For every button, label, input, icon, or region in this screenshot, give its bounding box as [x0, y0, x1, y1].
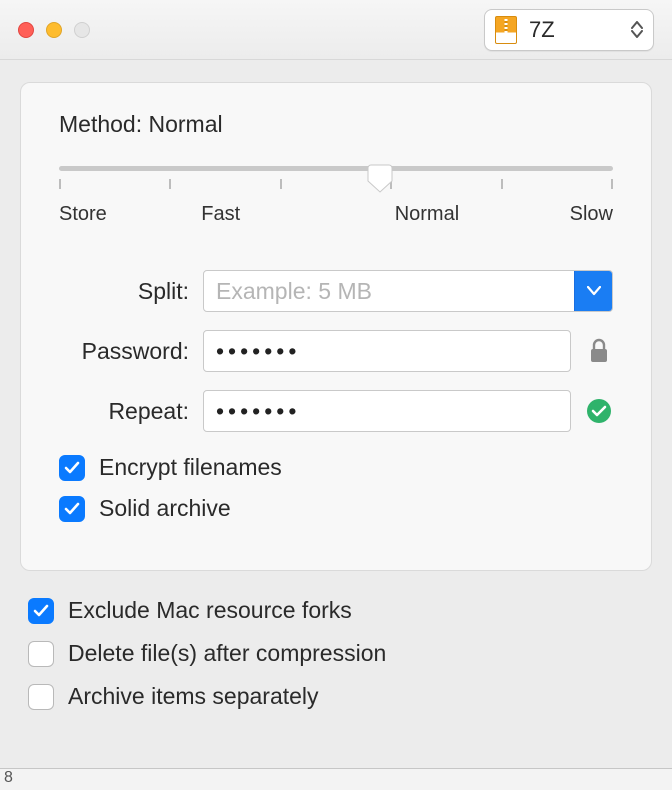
split-input[interactable] — [204, 271, 574, 311]
solid-archive-label: Solid archive — [99, 495, 231, 522]
archive-separately-checkbox[interactable]: Archive items separately — [28, 683, 652, 710]
solid-archive-checkbox[interactable]: Solid archive — [59, 495, 613, 522]
compression-slider[interactable] — [59, 166, 613, 189]
repeat-password-input[interactable] — [203, 390, 571, 432]
checkbox-icon — [28, 598, 54, 624]
method-label: Method: Normal — [59, 111, 613, 138]
slider-track — [59, 166, 613, 171]
exclude-mac-forks-label: Exclude Mac resource forks — [68, 597, 352, 624]
archive-format-select[interactable]: 7Z — [484, 9, 654, 51]
stepper-up-down-icon — [631, 21, 643, 38]
delete-after-label: Delete file(s) after compression — [68, 640, 386, 667]
content-area: Method: Normal Store Fast Normal Slow Sp… — [0, 60, 672, 752]
slider-knob[interactable] — [367, 163, 393, 193]
archive-separately-label: Archive items separately — [68, 683, 319, 710]
chevron-down-icon — [587, 286, 601, 296]
split-label: Split: — [59, 278, 189, 305]
titlebar: 7Z — [0, 0, 672, 60]
checkbox-icon — [28, 641, 54, 667]
footer-edge: 8 — [0, 768, 672, 790]
slider-label-slow: Slow — [570, 203, 613, 226]
slider-ticks — [59, 179, 613, 189]
repeat-row: Repeat: — [59, 390, 613, 432]
password-row: Password: — [59, 330, 613, 372]
slider-label-fast: Fast — [201, 203, 240, 226]
archive-format-value: 7Z — [529, 17, 555, 43]
window-controls — [18, 22, 90, 38]
lock-icon — [585, 338, 613, 364]
encrypt-filenames-label: Encrypt filenames — [99, 454, 282, 481]
split-row: Split: — [59, 270, 613, 312]
exclude-mac-forks-checkbox[interactable]: Exclude Mac resource forks — [28, 597, 652, 624]
checkmark-success-icon — [585, 398, 613, 424]
archive-format-icon — [495, 16, 517, 44]
close-window-button[interactable] — [18, 22, 34, 38]
password-label: Password: — [59, 338, 189, 365]
encrypt-filenames-checkbox[interactable]: Encrypt filenames — [59, 454, 613, 481]
password-input[interactable] — [203, 330, 571, 372]
delete-after-compression-checkbox[interactable]: Delete file(s) after compression — [28, 640, 652, 667]
split-combobox[interactable] — [203, 270, 613, 312]
footer-page-hint: 8 — [4, 769, 13, 787]
minimize-window-button[interactable] — [46, 22, 62, 38]
method-panel: Method: Normal Store Fast Normal Slow Sp… — [20, 82, 652, 571]
slider-labels: Store Fast Normal Slow — [59, 203, 613, 226]
checkbox-icon — [28, 684, 54, 710]
zoom-window-button[interactable] — [74, 22, 90, 38]
checkbox-icon — [59, 496, 85, 522]
slider-label-store: Store — [59, 203, 107, 226]
checkbox-icon — [59, 455, 85, 481]
split-dropdown-button[interactable] — [574, 271, 612, 311]
slider-label-normal: Normal — [395, 203, 459, 226]
repeat-label: Repeat: — [59, 398, 189, 425]
